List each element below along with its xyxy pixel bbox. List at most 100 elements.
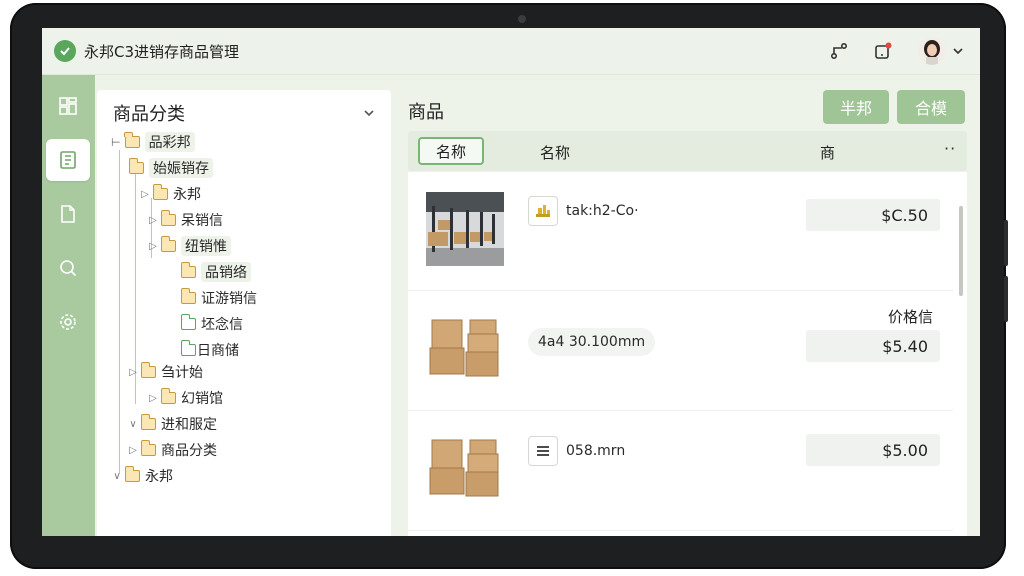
shield-check-icon — [54, 40, 76, 62]
chevron-down-icon[interactable] — [363, 104, 375, 123]
app-screen: 永邦C3进销存商品管理 商品分类 ⊢ 品彩邦 始娠销存 ▷ 永邦 ▷ 呆销信 ▷… — [42, 28, 980, 536]
folder-icon — [160, 236, 176, 252]
column-header-third[interactable]: 商 — [820, 142, 835, 163]
avatar[interactable] — [918, 37, 946, 65]
tree-item-label: 日商储 — [197, 343, 239, 359]
list-icon — [528, 436, 558, 466]
folder-icon — [124, 132, 140, 148]
tree-item[interactable]: 品销络 — [179, 262, 251, 282]
tree-item-label: 商品分类 — [161, 443, 217, 459]
chevron-down-icon[interactable] — [952, 42, 964, 61]
expand-arrow-icon[interactable]: ▷ — [139, 189, 151, 200]
table-row[interactable]: 058.mrn $5.00 — [408, 412, 953, 531]
price-field[interactable]: $C.50 — [806, 199, 940, 231]
folder-icon — [140, 440, 156, 456]
tree-item-label: 品销络 — [201, 262, 251, 282]
tree-item[interactable]: 坯念信 — [179, 314, 243, 334]
folder-icon — [140, 362, 156, 378]
column-header-name[interactable]: 名称 — [540, 142, 570, 163]
tree-item[interactable]: 证游销信 — [179, 288, 257, 308]
title-bar: 永邦C3进销存商品管理 — [42, 28, 980, 75]
tree-item-label: 呆销信 — [181, 213, 223, 229]
tree-item-label: 坯念信 — [201, 317, 243, 333]
rail-item-document[interactable] — [46, 193, 90, 235]
tree-item[interactable]: ⊢ 品彩邦 — [111, 132, 195, 152]
scrollbar[interactable] — [959, 206, 963, 296]
warehouse-image — [426, 192, 504, 266]
tree-item[interactable]: ▷ 幻销馆 — [147, 388, 223, 408]
sku-cell: tak:h2-Co· — [528, 196, 639, 226]
sku-text: tak:h2-Co· — [566, 203, 639, 219]
folder-icon — [180, 288, 196, 304]
tree-item-label: 永邦 — [173, 187, 201, 203]
expand-arrow-icon[interactable]: ∨ — [111, 471, 123, 482]
book-icon — [60, 151, 76, 169]
rail-item-book[interactable] — [46, 139, 90, 181]
price-field[interactable]: $5.40 — [806, 330, 940, 362]
price-column-label: 价格信 — [888, 308, 934, 326]
tree-item[interactable]: ▷ 刍计始 — [127, 362, 203, 382]
boxes-image — [426, 312, 504, 386]
folder-icon — [180, 262, 196, 278]
power-button — [1004, 276, 1008, 322]
expand-arrow-icon[interactable]: ▷ — [127, 367, 139, 378]
tree-item-label: 幻销馆 — [181, 391, 223, 407]
tree-item[interactable]: ∨ 进和服定 — [127, 414, 217, 434]
tree-item-label: 纽销惟 — [181, 236, 231, 256]
panel-title: 商品分类 — [113, 104, 185, 125]
share-icon[interactable] — [828, 40, 850, 62]
tree-item-label: 刍计始 — [161, 365, 203, 381]
notification-icon[interactable] — [872, 40, 894, 62]
sku-text: 058.mrn — [566, 443, 626, 459]
sku-cell: 058.mrn — [528, 436, 625, 466]
tree-item[interactable]: ▷ 商品分类 — [127, 440, 217, 460]
settings-icon — [60, 314, 76, 330]
sidebar-rail — [42, 75, 95, 536]
products-title: 商品 — [408, 102, 444, 123]
tree-guide-line — [119, 150, 120, 474]
tree-item[interactable]: 始娠销存 — [127, 158, 213, 178]
sku-text: 4a4 30.100mm — [528, 328, 656, 356]
app-title: 永邦C3进销存商品管理 — [84, 43, 240, 61]
rail-item-settings[interactable] — [46, 301, 90, 343]
tab-name[interactable]: 名称 — [418, 137, 484, 165]
search-icon — [60, 260, 77, 277]
price-field[interactable]: $5.00 — [806, 434, 940, 466]
folder-icon — [160, 210, 176, 226]
tree-item[interactable]: ▷ 呆销信 — [147, 210, 223, 230]
folder-icon — [128, 158, 144, 174]
tree-item-label: 证游销信 — [201, 291, 257, 307]
tree-item[interactable]: 日商储 — [179, 340, 239, 360]
folder-icon — [152, 184, 168, 200]
category-panel: 商品分类 ⊢ 品彩邦 始娠销存 ▷ 永邦 ▷ 呆销信 ▷ 纽销惟 品销络 证游销… — [97, 90, 391, 536]
expand-arrow-icon[interactable]: ∨ — [127, 419, 139, 430]
folder-icon — [180, 314, 196, 330]
expand-arrow-icon[interactable]: ▷ — [127, 445, 139, 456]
volume-button — [1004, 220, 1008, 266]
expand-arrow-icon[interactable]: ▷ — [147, 393, 159, 404]
tree-item[interactable]: ▷ 纽销惟 — [147, 236, 231, 256]
dashboard-icon — [59, 97, 77, 115]
table-row[interactable]: tak:h2-Co· $C.50 — [408, 172, 953, 291]
tree-item-label: 永邦 — [145, 469, 173, 485]
more-options-icon[interactable]: ·· — [944, 139, 956, 158]
tree-item-label: 进和服定 — [161, 417, 217, 433]
rail-item-search[interactable] — [46, 247, 90, 289]
folder-icon — [140, 414, 156, 430]
rail-item-dashboard[interactable] — [46, 85, 90, 127]
tree-item[interactable]: ∨ 永邦 — [111, 466, 173, 486]
toolbar-button-secondary[interactable]: 合模 — [897, 90, 965, 124]
expand-arrow-icon[interactable]: ▷ — [147, 215, 159, 226]
tree-item[interactable]: ▷ 永邦 — [139, 184, 201, 204]
toolbar-button-primary[interactable]: 半邦 — [823, 90, 889, 124]
product-list: tak:h2-Co· $C.50 价格信 4a4 30.100mm $5.40 — [408, 172, 967, 536]
shelf-icon — [528, 196, 558, 226]
expand-arrow-icon[interactable]: ▷ — [147, 241, 159, 252]
document-icon — [61, 205, 75, 223]
table-row[interactable]: 价格信 4a4 30.100mm $5.40 — [408, 292, 953, 411]
tree-item-label: 始娠销存 — [149, 158, 213, 178]
folder-icon — [160, 388, 176, 404]
table-header: 名称 名称 商 ·· — [408, 131, 967, 171]
tree-connector: ⊢ — [111, 135, 121, 149]
sku-cell: 4a4 30.100mm — [528, 328, 656, 356]
